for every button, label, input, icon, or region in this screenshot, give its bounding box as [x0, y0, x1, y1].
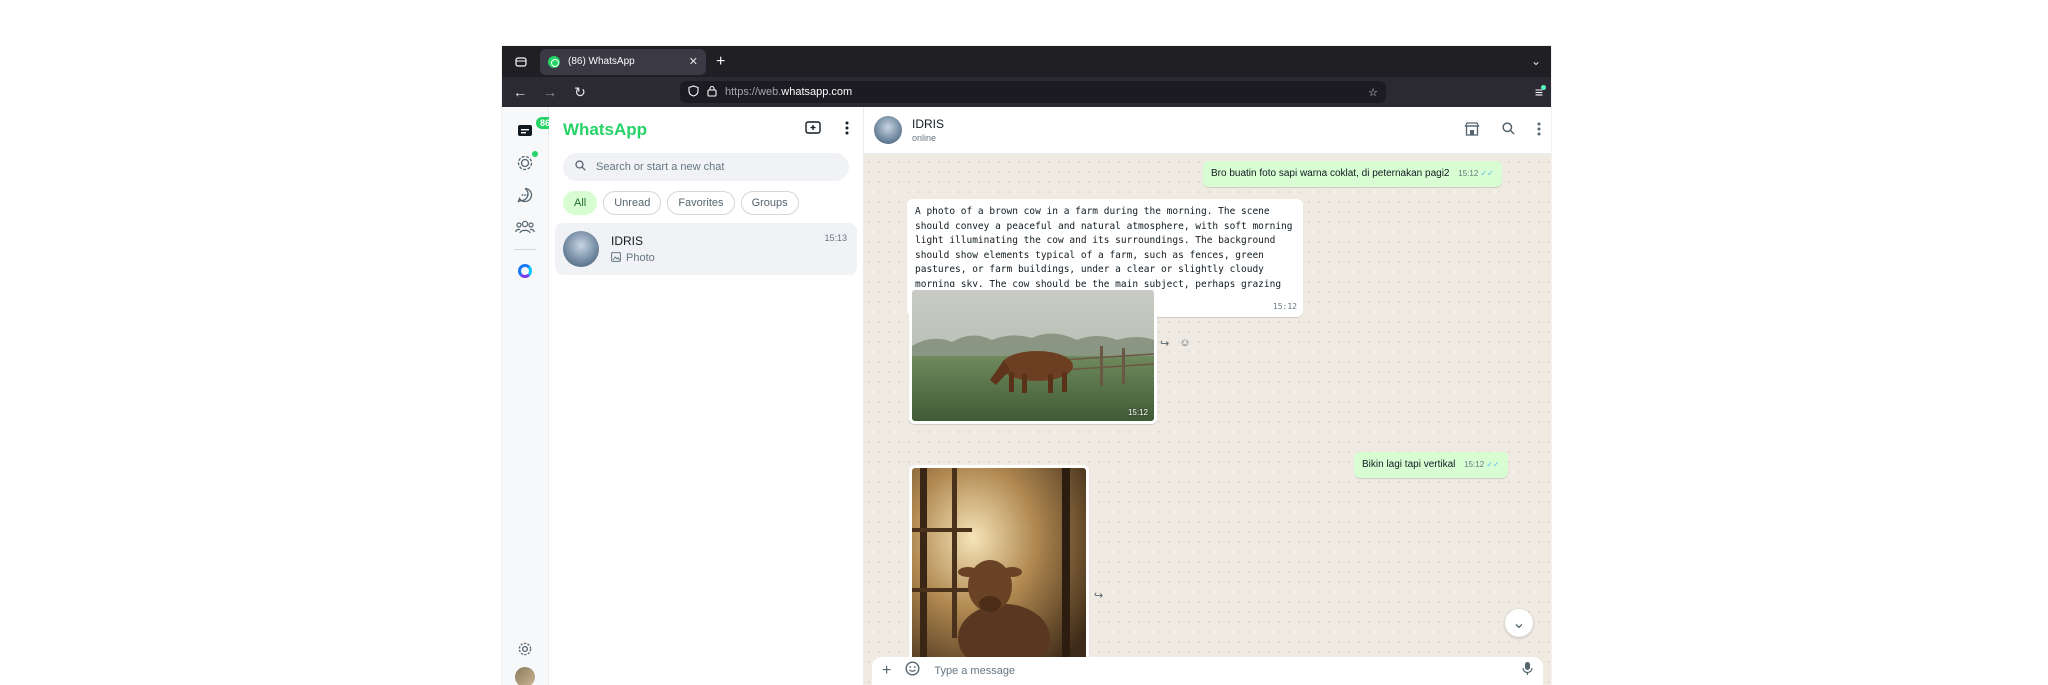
url-host: whatsapp.com [781, 86, 853, 98]
message-sent[interactable]: Bikin lagi tapi vertikal 15:12 ✓✓ [1354, 452, 1508, 478]
more-options-icon[interactable] [1537, 122, 1541, 139]
search-icon [575, 160, 586, 174]
search-input[interactable]: Search or start a new chat [563, 153, 849, 181]
photo-message-cow-barn[interactable] [909, 465, 1089, 668]
chevron-down-icon[interactable]: ⌄ [1531, 54, 1541, 68]
forward-icon[interactable]: ↪ [1160, 337, 1169, 350]
message-actions: ↪ ☺ [1160, 337, 1190, 350]
message-time: 15:12 [1272, 302, 1297, 311]
emoji-react-icon[interactable]: ☺ [1179, 337, 1190, 350]
last-message: Photo [611, 251, 655, 265]
message-text: Bikin lagi tapi vertikal [1362, 459, 1456, 470]
contact-name: IDRIS [912, 117, 945, 131]
catalog-icon[interactable] [1464, 121, 1480, 139]
close-icon[interactable]: ✕ [689, 55, 698, 68]
microphone-icon[interactable] [1522, 661, 1533, 681]
navigation-rail: 86 [502, 107, 555, 685]
search-placeholder: Search or start a new chat [596, 161, 725, 173]
contact-avatar[interactable] [874, 116, 902, 144]
new-chat-icon[interactable] [805, 120, 821, 140]
settings-icon[interactable] [515, 639, 535, 659]
message-meta: 15:12 ✓✓ [1458, 169, 1493, 178]
star-icon[interactable]: ☆ [1368, 86, 1378, 99]
communities-icon[interactable] [515, 217, 535, 237]
message-input[interactable]: Type a message [934, 665, 1015, 677]
chat-name: IDRIS [611, 233, 644, 248]
meta-ai-icon[interactable] [515, 261, 535, 281]
conversation-header[interactable]: IDRIS online [864, 107, 1551, 154]
filter-favorites[interactable]: Favorites [667, 191, 735, 215]
reload-icon[interactable]: ↻ [570, 84, 590, 101]
chat-filters: All Unread Favorites Groups [563, 191, 849, 215]
last-message-text: Photo [626, 252, 655, 264]
cow-barn-image [912, 468, 1086, 668]
forward-icon[interactable]: ↪ [1094, 589, 1103, 602]
chats-icon[interactable]: 86 [515, 117, 555, 141]
more-options-icon[interactable] [845, 121, 849, 140]
navigation-bar: ← → ↻ https://web.whatsapp.com ☆ ≡ [502, 77, 1551, 107]
message-composer: + Type a message [872, 657, 1543, 685]
filter-groups[interactable]: Groups [740, 191, 799, 215]
cow-field-image [912, 290, 1154, 421]
status-dot [532, 151, 538, 157]
attach-plus-icon[interactable]: + [882, 662, 891, 680]
whatsapp-favicon-icon [548, 55, 560, 68]
profile-avatar[interactable] [515, 667, 535, 685]
update-dot [1541, 85, 1546, 90]
message-text: Bro buatin foto sapi warna coklat, di pe… [1211, 168, 1450, 179]
contact-avatar [563, 231, 599, 267]
photo-message-cow-field[interactable]: 15:12 [909, 287, 1157, 424]
conversation-panel: IDRIS online Bro buatin foto sapi warna … [864, 107, 1551, 685]
double-check-icon: ✓✓ [1480, 169, 1494, 178]
new-tab-button[interactable]: + [716, 53, 725, 70]
back-icon[interactable]: ← [510, 84, 530, 100]
whatsapp-app: 86 WhatsApp Search or start a new chat A… [502, 107, 1551, 685]
message-sent[interactable]: Bro buatin foto sapi warna coklat, di pe… [1203, 161, 1502, 187]
photo-time: 15:12 [1127, 408, 1148, 417]
rail-divider [514, 249, 536, 250]
message-actions: ↪ [1094, 589, 1103, 602]
forward-icon[interactable]: → [540, 84, 560, 100]
chat-list-panel: WhatsApp Search or start a new chat All [549, 107, 864, 685]
address-bar[interactable]: https://web.whatsapp.com ☆ [680, 81, 1386, 103]
chat-list-item[interactable]: IDRIS Photo 15:13 [555, 223, 857, 275]
status-icon[interactable] [515, 151, 538, 173]
url-protocol: https://web. [725, 86, 782, 98]
search-icon[interactable] [1502, 121, 1515, 139]
tab-title: (86) WhatsApp [568, 56, 635, 67]
browser-tab-whatsapp[interactable]: (86) WhatsApp ✕ [540, 48, 706, 75]
shield-icon[interactable] [688, 84, 699, 100]
sticker-icon[interactable] [905, 661, 920, 681]
message-meta: 15:12 ✓✓ [1464, 460, 1499, 469]
double-check-icon: ✓✓ [1486, 460, 1500, 469]
chevron-down-icon: ⌄ [1512, 615, 1526, 632]
scroll-to-bottom-button[interactable]: ⌄ [1505, 609, 1533, 637]
filter-unread[interactable]: Unread [603, 191, 662, 215]
contact-status: online [912, 133, 937, 143]
browser-window: (86) WhatsApp ✕ + ⌄ ← → ↻ https://web.wh… [502, 46, 1551, 685]
channels-icon[interactable] [515, 185, 535, 205]
photo-icon [611, 251, 621, 265]
chat-list-header: WhatsApp [549, 107, 863, 153]
chat-time: 15:13 [824, 233, 847, 243]
message-time: 15:12 [1464, 460, 1485, 469]
filter-all[interactable]: All [563, 191, 598, 215]
hamburger-icon[interactable]: ≡ [1535, 84, 1546, 100]
lock-icon[interactable] [707, 85, 717, 100]
tab-overview-icon[interactable] [508, 56, 534, 68]
app-title: WhatsApp [563, 120, 648, 139]
url-text: https://web.whatsapp.com [725, 86, 852, 98]
tab-bar: (86) WhatsApp ✕ + ⌄ [502, 46, 1551, 77]
message-time: 15:12 [1458, 169, 1479, 178]
